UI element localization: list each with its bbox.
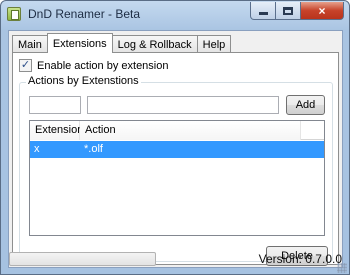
app-icon bbox=[7, 7, 21, 21]
tab-extensions[interactable]: Extensions bbox=[46, 33, 113, 53]
client-area: Main Extensions Log & Rollback Help ✓ En… bbox=[8, 30, 343, 268]
group-label: Actions by Extenstions bbox=[26, 75, 141, 87]
tab-main[interactable]: Main bbox=[12, 35, 48, 53]
extension-input[interactable] bbox=[29, 96, 81, 114]
progress-bar bbox=[9, 252, 156, 266]
list-item[interactable]: x *.olf bbox=[30, 141, 324, 158]
checkmark-icon: ✓ bbox=[20, 59, 31, 71]
enable-by-extension-label: Enable action by extension bbox=[37, 59, 169, 72]
app-window: DnD Renamer - Beta × Main Extensions Log… bbox=[0, 0, 350, 275]
enable-by-extension-checkbox[interactable]: ✓ bbox=[19, 59, 32, 72]
extensions-panel: ✓ Enable action by extension Actions by … bbox=[12, 52, 339, 266]
extension-action-list[interactable]: Extension Action x *.olf bbox=[29, 120, 325, 236]
title-bar[interactable]: DnD Renamer - Beta × bbox=[1, 1, 349, 27]
list-item-extension: x bbox=[34, 143, 40, 155]
caption-buttons: × bbox=[250, 2, 344, 20]
close-icon: × bbox=[318, 3, 326, 18]
maximize-button[interactable] bbox=[276, 2, 301, 20]
actions-by-extension-group: Actions by Extenstions Add Extension Act… bbox=[19, 75, 333, 262]
tab-strip: Main Extensions Log & Rollback Help bbox=[12, 33, 232, 53]
action-input[interactable] bbox=[87, 96, 279, 114]
window-title: DnD Renamer - Beta bbox=[28, 7, 141, 21]
column-header-action[interactable]: Action bbox=[80, 121, 301, 140]
tab-help[interactable]: Help bbox=[196, 35, 232, 53]
list-item-action: *.olf bbox=[84, 143, 103, 155]
column-header-extension[interactable]: Extension bbox=[30, 121, 83, 140]
minimize-icon bbox=[258, 12, 268, 15]
list-header: Extension Action bbox=[30, 121, 324, 140]
maximize-icon bbox=[283, 6, 293, 15]
minimize-button[interactable] bbox=[250, 2, 276, 20]
add-button[interactable]: Add bbox=[286, 95, 325, 115]
close-button[interactable]: × bbox=[301, 2, 344, 20]
resize-grip-icon[interactable] bbox=[337, 263, 347, 273]
version-label: Version: 0.7.0.0 bbox=[258, 252, 342, 266]
status-bar: Version: 0.7.0.0 bbox=[2, 244, 348, 274]
enable-by-extension-row[interactable]: ✓ Enable action by extension bbox=[19, 59, 168, 72]
tab-log-rollback[interactable]: Log & Rollback bbox=[111, 35, 198, 53]
